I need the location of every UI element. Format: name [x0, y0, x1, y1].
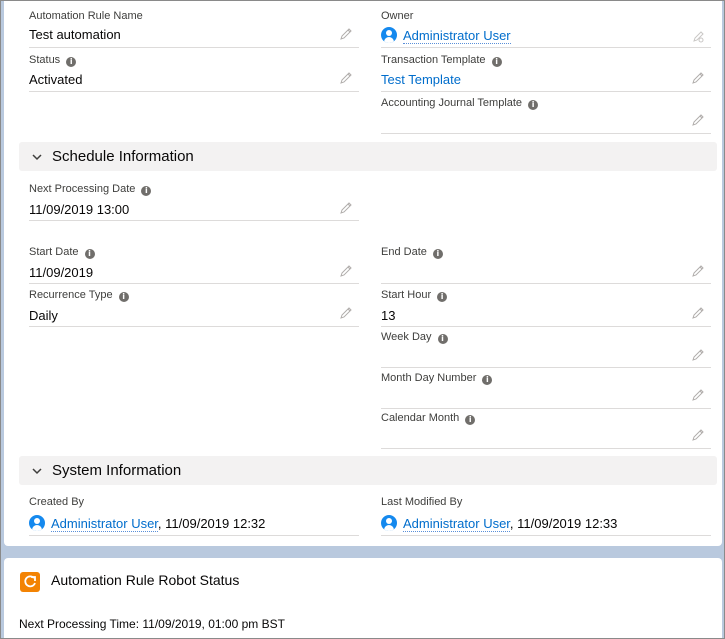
field-start-date: Start Date i 11/09/2019 — [29, 246, 359, 284]
accounting-journal-template-label: Accounting Journal Template i — [381, 97, 539, 110]
field-next-processing-date: Next Processing Date i 11/09/2019 13:00 — [29, 183, 359, 221]
created-by-label: Created By — [29, 496, 85, 508]
page-background: Automation Rule Name Test automation Own… — [0, 0, 725, 639]
start-hour-value: 13 — [381, 308, 396, 323]
end-date-info-icon[interactable]: i — [432, 249, 443, 259]
change-owner-icon[interactable] — [691, 29, 705, 43]
month-day-number-info-icon[interactable]: i — [482, 375, 493, 385]
rule-name-label: Automation Rule Name — [29, 10, 143, 22]
robot-status-title: Automation Rule Robot Status — [51, 572, 240, 588]
field-week-day: Week Day i — [381, 331, 711, 368]
field-created-by: Created By Administrator User, 11/09/201… — [29, 496, 359, 536]
last-modified-by-user-link[interactable]: Administrator User — [403, 516, 510, 532]
transaction-template-link[interactable]: Test Template — [381, 72, 461, 87]
edit-end-date-pencil-icon[interactable] — [691, 264, 705, 278]
system-section-title: System Information — [52, 462, 182, 479]
field-status: Status i Activated — [29, 54, 359, 92]
field-transaction-template: Transaction Template i Test Template — [381, 54, 711, 92]
transaction-template-label: Transaction Template i — [381, 54, 502, 67]
calendar-month-label: Calendar Month i — [381, 412, 476, 425]
edit-start-hour-pencil-icon[interactable] — [691, 306, 705, 320]
field-accounting-journal-template: Accounting Journal Template i — [381, 97, 711, 134]
field-owner: Owner Administrator User — [381, 10, 711, 48]
start-hour-label: Start Hour i — [381, 289, 448, 302]
start-date-value: 11/09/2019 — [29, 265, 94, 280]
field-start-hour: Start Hour i 13 — [381, 289, 711, 327]
next-processing-time: Next Processing Time: 11/09/2019, 01:00 … — [19, 617, 285, 631]
last-modified-by-avatar-icon — [381, 515, 397, 531]
start-hour-info-icon[interactable]: i — [437, 292, 448, 302]
last-modified-by-value: Administrator User, 11/09/2019 12:33 — [381, 515, 618, 532]
edit-start-date-pencil-icon[interactable] — [339, 264, 353, 278]
week-day-label: Week Day i — [381, 331, 448, 344]
recurrence-type-info-icon[interactable]: i — [118, 292, 129, 302]
field-end-date: End Date i — [381, 246, 711, 284]
edit-rule-name-pencil-icon[interactable] — [339, 27, 353, 41]
schedule-section-title: Schedule Information — [52, 148, 194, 165]
schedule-section-header[interactable]: Schedule Information — [19, 142, 717, 171]
robot-status-card: Automation Rule Robot Status Next Proces… — [4, 558, 722, 638]
system-section-header[interactable]: System Information — [19, 456, 717, 485]
owner-value: Administrator User — [381, 27, 511, 44]
chevron-down-icon — [32, 154, 42, 161]
recurrence-type-label: Recurrence Type i — [29, 289, 129, 302]
created-by-date: , 11/09/2019 12:32 — [157, 516, 266, 531]
transaction-template-info-icon[interactable]: i — [491, 57, 502, 67]
edit-calendar-month-pencil-icon[interactable] — [691, 428, 705, 442]
field-rule-name: Automation Rule Name Test automation — [29, 10, 359, 48]
status-label: Status i — [29, 54, 77, 67]
month-day-number-label: Month Day Number i — [381, 372, 493, 385]
recurrence-type-value: Daily — [29, 308, 58, 323]
edit-next-processing-date-pencil-icon[interactable] — [339, 201, 353, 215]
chevron-down-icon — [32, 468, 42, 475]
field-recurrence-type: Recurrence Type i Daily — [29, 289, 359, 327]
edit-month-day-number-pencil-icon[interactable] — [691, 388, 705, 402]
edit-week-day-pencil-icon[interactable] — [691, 348, 705, 362]
start-date-label: Start Date i — [29, 246, 95, 259]
rule-name-value: Test automation — [29, 27, 121, 42]
last-modified-by-label: Last Modified By — [381, 496, 463, 508]
owner-label: Owner — [381, 10, 414, 22]
owner-link[interactable]: Administrator User — [403, 28, 511, 44]
field-last-modified-by: Last Modified By Administrator User, 11/… — [381, 496, 711, 536]
next-processing-date-info-icon[interactable]: i — [141, 186, 152, 196]
calendar-month-info-icon[interactable]: i — [465, 415, 476, 425]
owner-avatar-icon — [381, 27, 397, 43]
next-processing-date-label: Next Processing Date i — [29, 183, 152, 196]
status-value: Activated — [29, 72, 83, 87]
created-by-avatar-icon — [29, 515, 45, 531]
created-by-user-link[interactable]: Administrator User — [51, 516, 158, 532]
edit-accounting-journal-template-pencil-icon[interactable] — [691, 113, 705, 127]
field-month-day-number: Month Day Number i — [381, 372, 711, 409]
next-processing-date-value: 11/09/2019 13:00 — [29, 202, 130, 217]
field-calendar-month: Calendar Month i — [381, 412, 711, 449]
week-day-info-icon[interactable]: i — [437, 334, 448, 344]
edit-transaction-template-pencil-icon[interactable] — [691, 71, 705, 85]
refresh-icon — [20, 572, 40, 592]
created-by-value: Administrator User, 11/09/2019 12:32 — [29, 515, 266, 532]
edit-recurrence-type-pencil-icon[interactable] — [339, 306, 353, 320]
edit-status-pencil-icon[interactable] — [339, 71, 353, 85]
accounting-journal-template-info-icon[interactable]: i — [528, 100, 539, 110]
last-modified-by-date: , 11/09/2019 12:33 — [509, 516, 618, 531]
end-date-label: End Date i — [381, 246, 443, 259]
status-info-icon[interactable]: i — [66, 57, 77, 67]
start-date-info-icon[interactable]: i — [84, 249, 95, 259]
record-detail-card: Automation Rule Name Test automation Own… — [4, 1, 722, 546]
